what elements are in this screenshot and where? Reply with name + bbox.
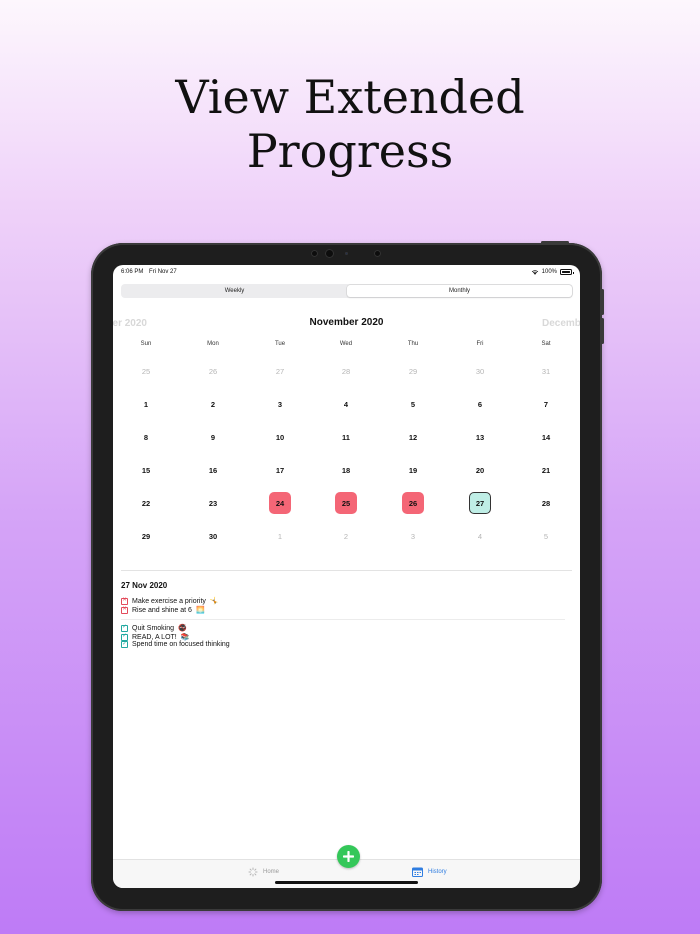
done-task-item[interactable]: ✓ Quit Smoking 🚭 [121, 624, 187, 632]
headline: View Extended Progress [0, 70, 700, 178]
headline-line-2: Progress [246, 124, 454, 178]
calendar-day[interactable]: 15 [135, 459, 157, 481]
calendar-day[interactable]: 1 [269, 525, 291, 547]
calendar-day[interactable]: 4 [469, 525, 491, 547]
task-emoji: 🤸 [209, 598, 219, 605]
missed-checkbox-icon: ✕ [121, 606, 128, 614]
volume-down-button [601, 318, 604, 344]
calendar-grid: 25 26 27 28 29 30 31 1 2 3 4 5 6 7 8 9 10 11 12 13 14 15 16 17 1… [113, 265, 580, 565]
calendar-day[interactable]: 4 [335, 393, 357, 415]
plus-icon [343, 851, 354, 862]
calendar-day[interactable]: 28 [535, 492, 557, 514]
done-checkbox-icon: ✓ [121, 640, 128, 648]
done-task-item[interactable]: ✓ Spend time on focused thinking [121, 641, 230, 648]
selected-day-date: 27 Nov 2020 [121, 581, 168, 590]
calendar-day[interactable]: 7 [535, 393, 557, 415]
calendar-day[interactable]: 14 [535, 426, 557, 448]
home-indicator [275, 881, 418, 884]
calendar-day-selected[interactable]: 27 [469, 492, 491, 514]
calendar-day[interactable]: 23 [202, 492, 224, 514]
tab-home[interactable]: Home [248, 867, 279, 877]
done-checkbox-icon: ✓ [121, 624, 128, 632]
calendar-day[interactable]: 27 [269, 360, 291, 382]
missed-task-item[interactable]: ✕ Make exercise a priority 🤸 [121, 597, 219, 605]
volume-up-button [601, 289, 604, 315]
done-task-item[interactable]: ✓ READ, A LOT! 📚 [121, 633, 189, 641]
missed-task-item[interactable]: ✕ Rise and shine at 6 🌅 [121, 606, 205, 614]
calendar-day[interactable]: 1 [135, 393, 157, 415]
add-habit-button[interactable] [337, 845, 360, 868]
tab-history[interactable]: History [412, 867, 447, 877]
calendar-day[interactable]: 28 [335, 360, 357, 382]
calendar-day[interactable]: 16 [202, 459, 224, 481]
calendar-day[interactable]: 3 [402, 525, 424, 547]
calendar-day[interactable]: 3 [269, 393, 291, 415]
calendar-day-missed[interactable]: 24 [269, 492, 291, 514]
task-label: Spend time on focused thinking [132, 641, 230, 648]
calendar-day[interactable]: 13 [469, 426, 491, 448]
tab-home-label: Home [263, 869, 280, 875]
calendar-day[interactable]: 31 [535, 360, 557, 382]
calendar-day[interactable]: 6 [469, 393, 491, 415]
task-label: Rise and shine at 6 [132, 606, 192, 614]
top-button [541, 241, 569, 244]
calendar-day[interactable]: 10 [269, 426, 291, 448]
front-camera [311, 250, 318, 257]
calendar-day[interactable]: 21 [535, 459, 557, 481]
loading-spinner-icon [248, 867, 258, 877]
front-camera-lens [325, 249, 334, 258]
calendar-day[interactable]: 12 [402, 426, 424, 448]
calendar-day[interactable]: 19 [402, 459, 424, 481]
task-emoji: 🚭 [178, 625, 187, 632]
ambient-sensor [374, 250, 381, 257]
calendar-day[interactable]: 17 [269, 459, 291, 481]
calendar-day[interactable]: 29 [402, 360, 424, 382]
calendar-day[interactable]: 5 [535, 525, 557, 547]
app-screen: 6:06 PM Fri Nov 27 100% Weekly Monthly O… [113, 265, 580, 888]
calendar-day-missed[interactable]: 25 [335, 492, 357, 514]
calendar-day[interactable]: 22 [135, 492, 157, 514]
calendar-day[interactable]: 29 [135, 525, 157, 547]
task-divider [121, 619, 565, 620]
calendar-day[interactable]: 2 [335, 525, 357, 547]
calendar-day[interactable]: 26 [202, 360, 224, 382]
missed-checkbox-icon: ✕ [121, 597, 128, 605]
calendar-day[interactable]: 18 [335, 459, 357, 481]
calendar-day[interactable]: 25 [135, 360, 157, 382]
calendar-day-missed[interactable]: 26 [402, 492, 424, 514]
task-label: Make exercise a priority [132, 597, 206, 605]
headline-line-1: View Extended [175, 70, 525, 124]
done-checkbox-icon: ✓ [121, 633, 128, 641]
task-emoji: 🌅 [195, 607, 205, 614]
calendar-icon [412, 867, 423, 877]
task-emoji: 📚 [180, 634, 190, 641]
task-label: READ, A LOT! [132, 633, 177, 641]
calendar-day[interactable]: 5 [402, 393, 424, 415]
calendar-day[interactable]: 8 [135, 426, 157, 448]
calendar-day[interactable]: 2 [202, 393, 224, 415]
task-label: Quit Smoking [132, 624, 175, 632]
calendar-day[interactable]: 30 [469, 360, 491, 382]
camera-sensor [345, 252, 348, 255]
calendar-divider [121, 570, 572, 571]
calendar-day[interactable]: 20 [469, 459, 491, 481]
calendar-day[interactable]: 9 [202, 426, 224, 448]
tab-history-label: History [428, 869, 447, 875]
calendar-day[interactable]: 30 [202, 525, 224, 547]
calendar-day[interactable]: 11 [335, 426, 357, 448]
